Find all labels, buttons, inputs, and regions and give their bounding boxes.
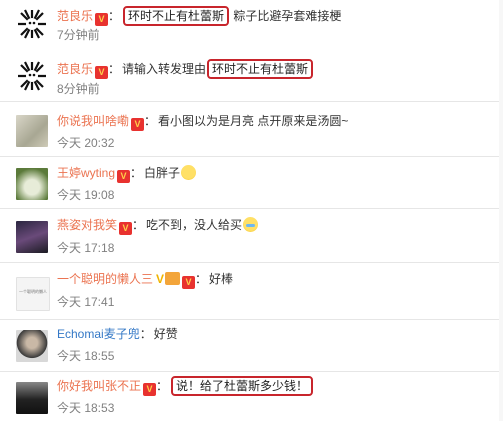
- comment-author[interactable]: 燕姿对我笑: [57, 218, 117, 232]
- colon: ：: [130, 166, 143, 180]
- comment-item: 范良乐 V：环时不止有杜蕾斯 粽子比避孕套难接梗 7分钟前: [0, 0, 503, 50]
- comment-item: 一个聪明的懒人 一个聪明的懒人三 V V：好棒 今天 17:41: [0, 263, 503, 320]
- highlighted-text: 环时不止有杜蕾斯: [207, 59, 314, 79]
- comment-author[interactable]: 范良乐: [57, 9, 93, 23]
- vip-badge-icon: V: [95, 66, 109, 79]
- comment-list: 范良乐 V：环时不止有杜蕾斯 粽子比避孕套难接梗 7分钟前 范良乐 V：请输入转发理…: [0, 0, 503, 421]
- vip-badge-icon: V: [117, 170, 131, 183]
- avatar[interactable]: [16, 168, 48, 200]
- colon: ：: [156, 379, 169, 393]
- comment-text: 白胖子: [144, 166, 181, 180]
- comment-author[interactable]: Echomai麦子兜: [57, 327, 140, 341]
- verified-v-icon: V: [156, 272, 165, 286]
- avatar[interactable]: [16, 8, 48, 40]
- colon: ：: [108, 9, 121, 23]
- comment-item: 你好我叫张不正 V：说！给了杜蕾斯多少钱！ 今天 18:53: [0, 372, 503, 421]
- colon: ：: [132, 218, 145, 232]
- vip-badge-icon: V: [119, 222, 133, 235]
- comment-time: 今天 17:41: [57, 295, 115, 309]
- colon: ：: [139, 327, 152, 341]
- comment-text: 粽子比避孕套难接梗: [233, 9, 342, 23]
- comment-item: Echomai麦子兜： 好赞 今天 18:55: [0, 320, 503, 372]
- avatar[interactable]: 一个聪明的懒人: [16, 277, 50, 311]
- colon: ：: [108, 62, 121, 76]
- comment-text: 好赞: [153, 327, 178, 341]
- scrollbar[interactable]: [499, 0, 503, 421]
- comment-time: 今天 18:53: [57, 401, 115, 415]
- comment-author[interactable]: 王婷wyting: [57, 166, 115, 180]
- comment-time: 8分钟前: [57, 82, 100, 96]
- comment-item: 范良乐 V：请输入转发理由 环时不止有杜蕾斯 8分钟前: [0, 52, 503, 102]
- comment-item: 你说我叫啥嘞 V：看小图以为是月亮 点开原来是汤圆~ 今天 20:32: [0, 103, 503, 157]
- highlighted-text: 说！给了杜蕾斯多少钱！: [171, 376, 314, 396]
- colon: ：: [144, 114, 157, 128]
- avatar[interactable]: [16, 60, 48, 92]
- comment-time: 7分钟前: [57, 28, 100, 42]
- avatar[interactable]: [16, 221, 48, 253]
- comment-text: 请输入转发理由: [122, 62, 207, 76]
- comment-text: 吃不到，没人给买: [146, 218, 243, 232]
- vip-badge-icon: V: [95, 13, 109, 26]
- divider: [0, 101, 503, 102]
- vip-badge-icon: V: [131, 118, 145, 131]
- avatar[interactable]: [16, 115, 48, 147]
- comment-text: 看小图以为是月亮 点开原来是汤圆~: [158, 114, 349, 128]
- avatar[interactable]: [16, 382, 48, 414]
- comment-time: 今天 17:18: [57, 241, 115, 255]
- member-crown-icon: [165, 272, 181, 285]
- comment-item: 王婷wyting V：白胖子 今天 19:08: [0, 157, 503, 209]
- comment-time: 今天 20:32: [57, 136, 115, 150]
- smile-emoji-icon: [181, 165, 197, 180]
- vip-badge-icon: V: [182, 276, 196, 289]
- colon: ：: [195, 272, 208, 286]
- comment-time: 今天 19:08: [57, 188, 115, 202]
- comment-time: 今天 18:55: [57, 349, 115, 363]
- comment-item: 燕姿对我笑 V：吃不到，没人给买 今天 17:18: [0, 209, 503, 263]
- comment-author[interactable]: 范良乐: [57, 62, 93, 76]
- highlighted-text: 环时不止有杜蕾斯: [123, 6, 230, 26]
- vip-badge-icon: V: [143, 383, 157, 396]
- comment-author[interactable]: 你说我叫啥嘞: [57, 114, 129, 128]
- avatar[interactable]: [16, 330, 48, 362]
- avatar-text: 一个聪明的懒人: [19, 289, 47, 294]
- comment-author[interactable]: 你好我叫张不正: [57, 379, 141, 393]
- comment-text: 好棒: [209, 272, 234, 286]
- crying-emoji-icon: [243, 217, 259, 232]
- comment-author[interactable]: 一个聪明的懒人三: [57, 272, 153, 286]
